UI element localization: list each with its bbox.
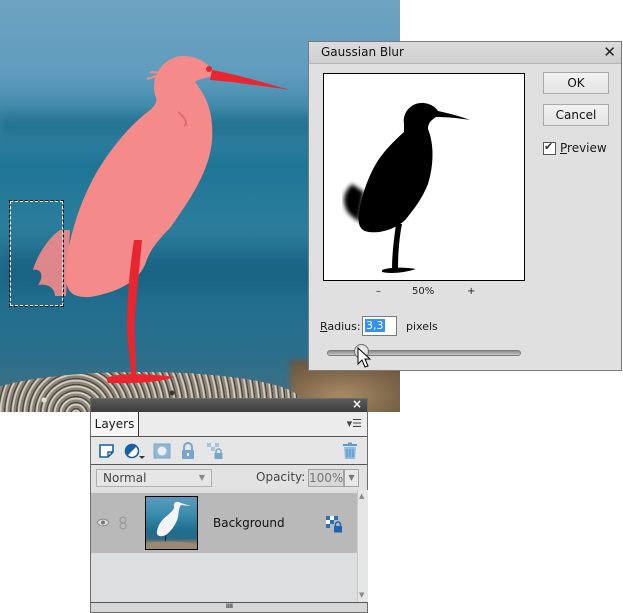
preview-checkbox[interactable]: Preview bbox=[543, 140, 607, 155]
cancel-button[interactable]: Cancel bbox=[543, 104, 609, 126]
eye-icon[interactable] bbox=[96, 518, 110, 527]
layer-mask-icon[interactable] bbox=[153, 442, 171, 460]
close-icon[interactable]: ✕ bbox=[603, 43, 616, 61]
layer-row-background[interactable]: Background bbox=[91, 493, 357, 553]
link-icon[interactable] bbox=[119, 516, 127, 530]
blend-mode-select[interactable]: Normal ▼ bbox=[96, 469, 212, 487]
tab-layers[interactable]: Layers bbox=[91, 412, 139, 436]
radius-value: 3,3 bbox=[365, 319, 385, 332]
zoom-level: 50% bbox=[412, 286, 435, 297]
layer-thumbnail bbox=[145, 496, 198, 550]
layer-locked-icon[interactable] bbox=[325, 515, 343, 533]
radius-input[interactable]: 3,3 bbox=[362, 316, 397, 336]
blend-row: Normal ▼ Opacity: 100% ▼ bbox=[91, 465, 367, 491]
panel-menu-icon[interactable]: ▾☰ bbox=[347, 417, 362, 430]
opacity-label: Opacity: bbox=[256, 470, 306, 484]
zoom-in-button[interactable]: + bbox=[467, 286, 475, 297]
layers-toolbar bbox=[91, 437, 367, 465]
lock-all-icon[interactable] bbox=[179, 442, 197, 460]
preview-silhouette bbox=[344, 102, 470, 273]
dialog-title: Gaussian Blur bbox=[321, 45, 404, 59]
selection-marquee[interactable] bbox=[9, 200, 64, 307]
blend-mode-value: Normal bbox=[103, 471, 147, 485]
lock-transparency-icon[interactable] bbox=[206, 442, 224, 460]
scroll-up-icon[interactable]: ▲ bbox=[359, 492, 364, 500]
layers-scrollbar[interactable]: ▲ ▼ bbox=[357, 490, 368, 602]
filter-preview[interactable] bbox=[323, 73, 525, 281]
chevron-down-icon: ▼ bbox=[198, 473, 205, 482]
dialog-titlebar[interactable]: Gaussian Blur ✕ bbox=[309, 42, 621, 64]
opacity-dropdown-button[interactable]: ▼ bbox=[344, 469, 359, 487]
panel-header[interactable]: × bbox=[91, 397, 367, 412]
new-layer-icon[interactable] bbox=[98, 442, 116, 460]
close-icon[interactable]: × bbox=[352, 397, 362, 411]
layers-panel: × Layers ▾☰ Normal ▼ Opacity: 100% ▼ Bac… bbox=[90, 397, 368, 613]
mouse-pointer-icon bbox=[357, 347, 371, 368]
trash-icon[interactable] bbox=[341, 442, 359, 460]
panel-tabs: Layers ▾☰ bbox=[91, 412, 367, 437]
checkbox-checked-icon[interactable] bbox=[543, 140, 556, 155]
layer-name: Background bbox=[213, 516, 285, 530]
layer-list: Background bbox=[91, 490, 357, 602]
radius-unit-label: pixels bbox=[406, 320, 438, 333]
preview-label: Preview bbox=[560, 141, 607, 155]
panel-resize-grip[interactable]: IIIIIIIII bbox=[91, 602, 367, 612]
zoom-out-button[interactable]: – bbox=[376, 286, 381, 297]
radius-label: Radius: bbox=[320, 320, 361, 333]
ok-button[interactable]: OK bbox=[543, 72, 609, 94]
scroll-down-icon[interactable]: ▼ bbox=[359, 591, 364, 599]
opacity-input[interactable]: 100% bbox=[308, 469, 344, 487]
gaussian-blur-dialog: Gaussian Blur ✕ – 50% + OK Cancel Previe… bbox=[308, 41, 622, 371]
adjustment-layer-icon[interactable] bbox=[124, 442, 146, 460]
egret-thumbnail bbox=[146, 501, 197, 549]
